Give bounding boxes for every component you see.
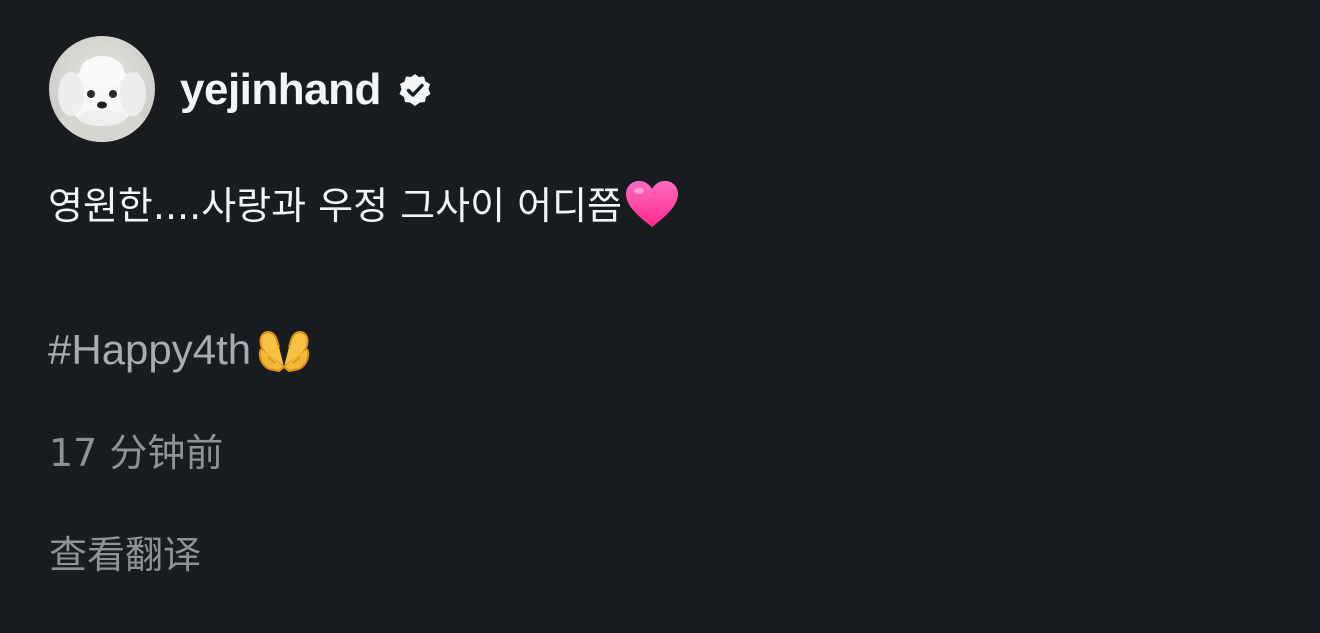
puppy-avatar-image <box>49 36 155 142</box>
see-translation-button[interactable]: 查看翻译 <box>49 527 201 583</box>
user-avatar[interactable] <box>49 36 155 142</box>
post-hashtag: #Happy4th <box>48 322 313 378</box>
username-link[interactable]: yejinhand <box>180 65 381 115</box>
hashtag-link[interactable]: #Happy4th <box>48 326 251 374</box>
post-timestamp: 17 分钟前 <box>49 431 224 475</box>
threads-post: yejinhand 영원한....사랑과 우정 그사이 어디쯤 #Happy4t… <box>0 0 1320 633</box>
heart-hands-icon <box>255 327 313 373</box>
verified-badge-icon <box>397 72 433 108</box>
pink-heart-icon <box>624 179 680 229</box>
post-body: 영원한....사랑과 우정 그사이 어디쯤 <box>48 178 680 234</box>
post-body-text: 영원한....사랑과 우정 그사이 어디쯤 <box>48 184 622 228</box>
post-author: yejinhand <box>180 62 433 118</box>
